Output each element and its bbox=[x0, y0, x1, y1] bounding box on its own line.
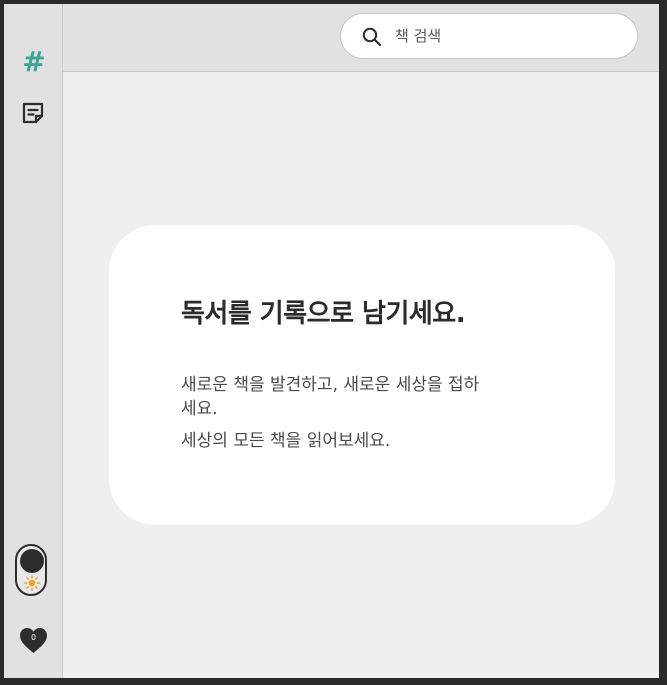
card-description: 새로운 책을 발견하고, 새로운 세상을 접하세요. bbox=[181, 375, 480, 419]
heart-icon[interactable]: 0 bbox=[19, 627, 48, 654]
search-input[interactable] bbox=[395, 22, 615, 50]
welcome-card: 독서를 기록으로 남기세요. 새로운 책을 발견하고, 새로운 세상을 접하세요… bbox=[109, 225, 615, 525]
sidebar: # 0 bbox=[4, 4, 63, 678]
card-title: 독서를 기록으로 남기세요. bbox=[181, 299, 466, 329]
search-icon[interactable] bbox=[361, 26, 383, 48]
note-icon[interactable] bbox=[20, 100, 46, 126]
card-subtext: 세상의 모든 책을 읽어보세요. bbox=[181, 431, 391, 451]
search-box[interactable] bbox=[340, 13, 638, 59]
theme-toggle[interactable] bbox=[15, 544, 47, 596]
app-window: # 0 책 검색 독서를 기록으로 남기세요. 새로운 책을 발견하고, 새로운… bbox=[4, 4, 659, 678]
toggle-knob bbox=[20, 549, 44, 573]
sun-icon bbox=[24, 575, 40, 591]
top-bar bbox=[63, 4, 659, 72]
hashtag-icon[interactable]: # bbox=[21, 48, 47, 76]
heart-count: 0 bbox=[30, 633, 37, 642]
